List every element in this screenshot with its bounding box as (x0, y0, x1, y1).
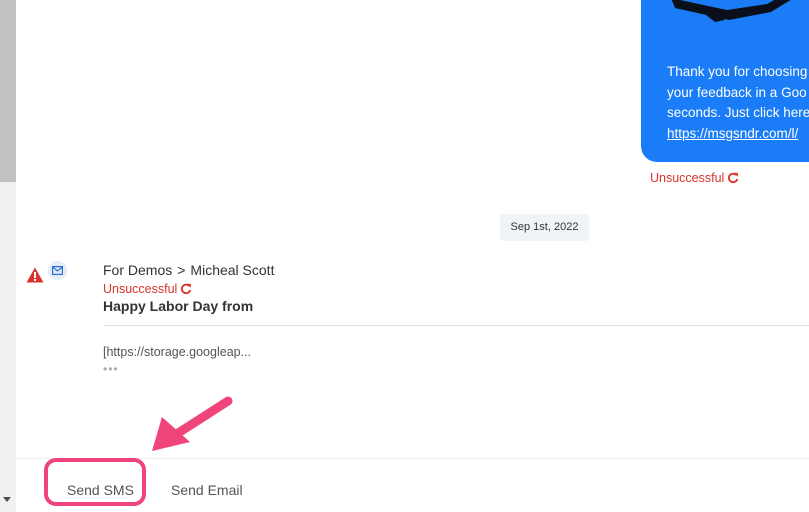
bubble-status: Unsuccessful (650, 171, 739, 185)
divider (103, 325, 809, 326)
outgoing-message-bubble: Thank you for choosing your feedback in … (641, 0, 809, 162)
retry-icon[interactable] (727, 172, 739, 184)
retry-icon[interactable] (180, 283, 192, 295)
mail-icon (52, 266, 63, 275)
sender-group: For Demos (103, 262, 173, 278)
bubble-link[interactable]: https://msgsndr.com/l/ (667, 124, 809, 145)
contact-name[interactable]: Micheal Scott (190, 262, 274, 278)
message-header: For Demos > Micheal Scott (103, 262, 274, 278)
highlight-annotation (44, 458, 146, 506)
date-separator: Sep 1st, 2022 (500, 214, 589, 241)
mail-badge (48, 261, 67, 280)
message-preview: [https://storage.googleap... (103, 345, 252, 359)
scroll-down-arrow[interactable] (3, 497, 11, 502)
bubble-line: Thank you for choosing (667, 64, 808, 79)
arrow-pointer (152, 396, 233, 451)
bubble-line: seconds. Just click here (667, 105, 809, 120)
message-status: Unsuccessful (103, 282, 192, 296)
expand-more-button[interactable]: ••• (103, 363, 119, 375)
plane-icon (671, 0, 791, 22)
header-separator: > (177, 262, 186, 278)
scrollbar-thumb[interactable] (0, 0, 16, 182)
scrollbar[interactable] (0, 0, 16, 512)
message-title: Happy Labor Day from (103, 298, 254, 314)
bubble-text: Thank you for choosing your feedback in … (667, 62, 809, 144)
warning-icon (26, 267, 44, 283)
bubble-line: your feedback in a Goo (667, 84, 807, 100)
send-email-tab[interactable]: Send Email (171, 482, 243, 498)
message-status-label: Unsuccessful (103, 282, 178, 296)
bubble-status-label: Unsuccessful (650, 171, 725, 185)
